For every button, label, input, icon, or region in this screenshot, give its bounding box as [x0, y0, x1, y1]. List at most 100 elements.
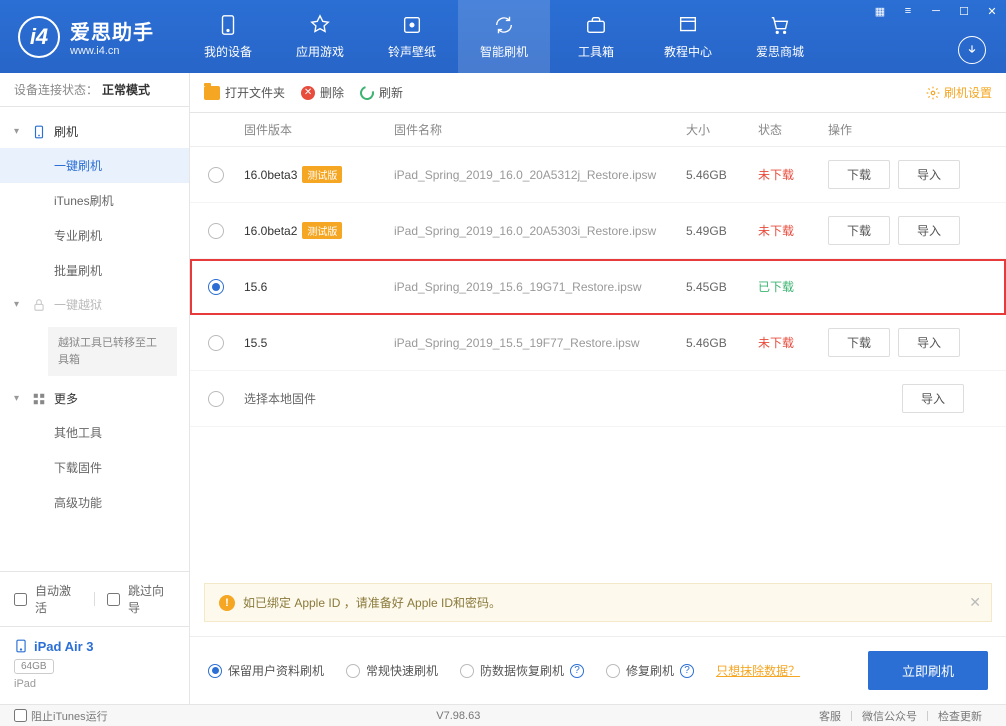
sidebar-group-more[interactable]: ▾ 更多 — [0, 382, 189, 415]
erase-link[interactable]: 只想抹除数据？ — [716, 662, 800, 679]
opt-anti-recovery[interactable]: 防数据恢复刷机? — [460, 662, 584, 679]
download-button[interactable]: 下载 — [828, 160, 890, 189]
sidebar-item[interactable]: iTunes刷机 — [0, 183, 189, 218]
local-firmware-row[interactable]: 选择本地固件 导入 — [190, 371, 1006, 427]
firmware-row[interactable]: 15.5 iPad_Spring_2019_15.5_19F77_Restore… — [190, 315, 1006, 371]
fw-status: 未下载 — [758, 222, 828, 239]
download-button[interactable]: 下载 — [828, 328, 890, 357]
th-size: 大小 — [686, 121, 758, 138]
fw-name: iPad_Spring_2019_15.6_19G71_Restore.ipsw — [394, 280, 686, 294]
flash-settings-button[interactable]: 刷机设置 — [926, 84, 992, 101]
device-icon — [216, 13, 240, 37]
fw-version: 16.0beta2测试版 — [244, 222, 394, 239]
download-button[interactable]: 下载 — [828, 216, 890, 245]
fw-name: iPad_Spring_2019_16.0_20A5303i_Restore.i… — [394, 224, 686, 238]
opt-keep-data[interactable]: 保留用户资料刷机 — [208, 662, 324, 679]
device-status-bar: 设备连接状态： 正常模式 — [0, 73, 189, 107]
radio-select[interactable] — [208, 279, 224, 295]
win-maximize-icon[interactable]: ☐ — [950, 0, 978, 22]
opt-normal[interactable]: 常规快速刷机 — [346, 662, 438, 679]
fw-size: 5.49GB — [686, 224, 758, 238]
fw-version: 15.5 — [244, 336, 394, 350]
table-header: 固件版本 固件名称 大小 状态 操作 — [190, 113, 1006, 147]
nav-device[interactable]: 我的设备 — [182, 0, 274, 73]
import-button[interactable]: 导入 — [902, 384, 964, 413]
help-icon[interactable]: ? — [570, 664, 584, 678]
footer-service[interactable]: 客服 — [819, 708, 841, 724]
refresh-icon — [492, 13, 516, 37]
tutorial-icon — [676, 13, 700, 37]
local-firmware-label: 选择本地固件 — [244, 390, 394, 407]
radio-select[interactable] — [208, 167, 224, 183]
gear-icon — [926, 86, 940, 100]
radio-select[interactable] — [208, 335, 224, 351]
win-grid-icon[interactable]: ▦ — [866, 0, 894, 22]
auto-activate-checkbox[interactable] — [14, 593, 27, 606]
status-value: 正常模式 — [102, 81, 150, 98]
toolbox-icon — [584, 13, 608, 37]
block-itunes-label: 阻止iTunes运行 — [31, 708, 108, 724]
sidebar-item[interactable]: 专业刷机 — [0, 218, 189, 253]
import-button[interactable]: 导入 — [898, 328, 960, 357]
nav-tutorial[interactable]: 教程中心 — [642, 0, 734, 73]
opt-repair[interactable]: 修复刷机? — [606, 662, 694, 679]
firmware-row[interactable]: 16.0beta2测试版 iPad_Spring_2019_16.0_20A53… — [190, 203, 1006, 259]
fw-name: iPad_Spring_2019_16.0_20A5312j_Restore.i… — [394, 168, 686, 182]
sidebar-more-label: 更多 — [54, 390, 78, 407]
nav-apps[interactable]: 应用游戏 — [274, 0, 366, 73]
auto-activate-label: 自动激活 — [35, 582, 82, 616]
win-minimize-icon[interactable]: ─ — [922, 0, 950, 22]
device-name-text: iPad Air 3 — [34, 639, 93, 654]
block-itunes-checkbox[interactable] — [14, 709, 27, 722]
sidebar-item[interactable]: 其他工具 — [0, 415, 189, 450]
app-subtitle: www.i4.cn — [70, 45, 154, 57]
firmware-row[interactable]: 16.0beta3测试版 iPad_Spring_2019_16.0_20A53… — [190, 147, 1006, 203]
skip-wizard-checkbox[interactable] — [107, 593, 120, 606]
footer-wechat[interactable]: 微信公众号 — [862, 708, 917, 724]
win-menu-icon[interactable]: ≡ — [894, 0, 922, 22]
app-title: 爱思助手 — [70, 16, 154, 45]
footer-update[interactable]: 检查更新 — [938, 708, 982, 724]
flash-icon — [32, 125, 46, 139]
fw-version: 15.6 — [244, 280, 394, 294]
close-icon[interactable]: ✕ — [969, 594, 981, 611]
window-controls: ▦ ≡ ─ ☐ ✕ — [866, 0, 1006, 22]
th-name: 固件名称 — [394, 121, 686, 138]
fw-status: 未下载 — [758, 166, 828, 183]
download-indicator-icon[interactable] — [958, 36, 986, 64]
apps-icon — [308, 13, 332, 37]
chevron-down-icon: ▾ — [14, 299, 24, 310]
flash-options: 保留用户资料刷机 常规快速刷机 防数据恢复刷机? 修复刷机? 只想抹除数据？ 立… — [190, 636, 1006, 704]
help-icon[interactable]: ? — [680, 664, 694, 678]
refresh-button[interactable]: 刷新 — [360, 84, 403, 101]
firmware-row[interactable]: 15.6 iPad_Spring_2019_15.6_19G71_Restore… — [190, 259, 1006, 315]
open-folder-button[interactable]: 打开文件夹 — [204, 84, 285, 101]
import-button[interactable]: 导入 — [898, 160, 960, 189]
win-close-icon[interactable]: ✕ — [978, 0, 1006, 22]
sidebar-item[interactable]: 下载固件 — [0, 450, 189, 485]
import-button[interactable]: 导入 — [898, 216, 960, 245]
nav-music[interactable]: 铃声壁纸 — [366, 0, 458, 73]
sidebar-item[interactable]: 一键刷机 — [0, 148, 189, 183]
radio-local[interactable] — [208, 391, 224, 407]
delete-button[interactable]: ✕ 删除 — [301, 84, 344, 101]
nav-store[interactable]: 爱思商城 — [734, 0, 826, 73]
chevron-down-icon: ▾ — [14, 126, 24, 137]
beta-badge: 测试版 — [302, 166, 342, 183]
toolbar: 打开文件夹 ✕ 删除 刷新 刷机设置 — [190, 73, 1006, 113]
warning-icon: ! — [219, 595, 235, 611]
sidebar-group-flash[interactable]: ▾ 刷机 — [0, 115, 189, 148]
device-capacity: 64GB — [14, 659, 54, 674]
nav-toolbox[interactable]: 工具箱 — [550, 0, 642, 73]
app-header: i4 爱思助手 www.i4.cn 我的设备应用游戏铃声壁纸智能刷机工具箱教程中… — [0, 0, 1006, 73]
fw-version: 16.0beta3测试版 — [244, 166, 394, 183]
sidebar-item[interactable]: 批量刷机 — [0, 253, 189, 288]
th-ops: 操作 — [828, 121, 988, 138]
fw-size: 5.46GB — [686, 168, 758, 182]
delete-icon: ✕ — [301, 86, 315, 100]
sidebar-item[interactable]: 高级功能 — [0, 485, 189, 520]
nav-refresh[interactable]: 智能刷机 — [458, 0, 550, 73]
main-content: 打开文件夹 ✕ 删除 刷新 刷机设置 固件版本 固件名称 大小 状态 操作 — [190, 73, 1006, 704]
radio-select[interactable] — [208, 223, 224, 239]
flash-now-button[interactable]: 立即刷机 — [868, 651, 988, 690]
